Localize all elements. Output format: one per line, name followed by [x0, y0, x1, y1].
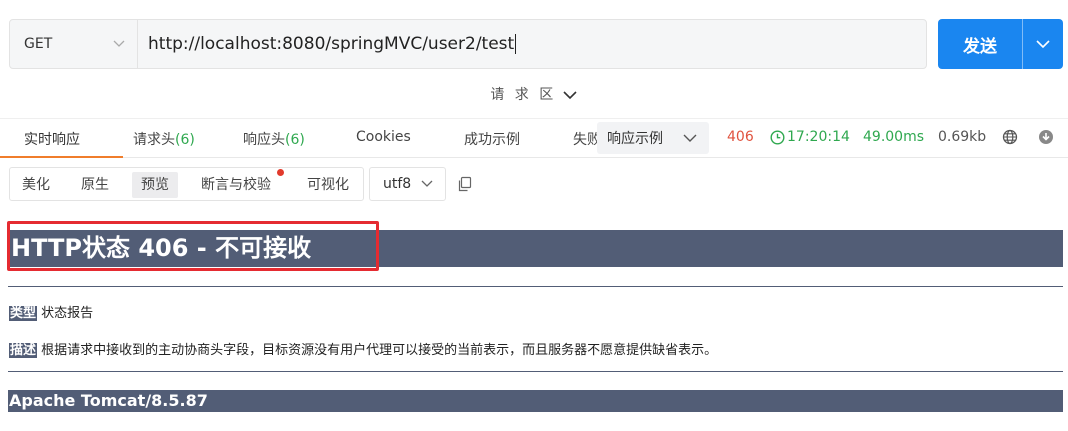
tab-label: Cookies — [356, 129, 411, 145]
response-example-select[interactable]: 响应示例 — [597, 122, 709, 154]
tab-request-headers[interactable]: 请求头(6) — [133, 129, 195, 149]
view-mode-group: 美化 原生 预览 断言与校验 可视化 — [9, 167, 364, 201]
tab-response-headers[interactable]: 响应头(6) — [243, 129, 305, 149]
tab-label: 请求头 — [133, 132, 175, 148]
type-line: 类型 状态报告 — [9, 302, 93, 321]
request-bar: GET http://localhost:8080/springMVC/user… — [9, 19, 927, 69]
tab-cookies[interactable]: Cookies — [356, 129, 411, 145]
description-label: 描述 — [9, 343, 38, 358]
clock-icon — [770, 129, 785, 145]
chevron-down-icon — [113, 37, 125, 51]
tab-failure-example[interactable]: 失败 — [573, 129, 597, 149]
response-duration: 49.00ms — [863, 129, 925, 145]
chevron-down-icon — [421, 180, 433, 187]
server-footer: Apache Tomcat/8.5.87 — [8, 390, 1063, 412]
view-assertion-button[interactable]: 断言与校验 — [192, 172, 280, 198]
chevron-down-icon — [1036, 40, 1050, 49]
type-label: 类型 — [9, 306, 38, 321]
description-value: 根据请求中接收到的主动协商头字段，目标资源没有用户代理可以接受的当前表示，而且服… — [41, 343, 718, 358]
send-options-button[interactable] — [1023, 19, 1063, 69]
response-time: 17:20:14 — [770, 129, 850, 145]
type-value: 状态报告 — [41, 306, 94, 321]
description-line: 描述 根据请求中接收到的主动协商头字段，目标资源没有用户代理可以接受的当前表示，… — [9, 339, 717, 358]
url-value: http://localhost:8080/springMVC/user2/te… — [148, 34, 515, 54]
tab-label: 失败 — [573, 132, 597, 148]
view-raw-button[interactable]: 原生 — [72, 172, 118, 198]
tab-label: 成功示例 — [464, 132, 520, 148]
highlight-box — [7, 221, 379, 271]
request-area-toggle[interactable]: 请 求 区 — [0, 84, 1068, 104]
send-button-group: 发送 — [938, 19, 1063, 69]
globe-icon[interactable] — [1002, 129, 1018, 149]
response-example-label: 响应示例 — [607, 131, 663, 147]
tab-label: 响应头 — [243, 132, 285, 148]
view-beautify-button[interactable]: 美化 — [13, 172, 59, 198]
method-value: GET — [24, 36, 53, 52]
view-visualize-button[interactable]: 可视化 — [298, 172, 358, 198]
url-input[interactable]: http://localhost:8080/springMVC/user2/te… — [138, 20, 926, 68]
tab-count: (6) — [285, 132, 305, 148]
response-time-value: 17:20:14 — [787, 129, 850, 145]
chevron-down-icon — [683, 134, 697, 142]
download-icon[interactable] — [1038, 129, 1054, 149]
text-cursor — [515, 34, 517, 54]
status-code: 406 — [727, 129, 754, 145]
view-preview-button[interactable]: 预览 — [132, 172, 178, 198]
tab-realtime-response[interactable]: 实时响应 — [24, 129, 80, 149]
response-size: 0.69kb — [938, 129, 987, 145]
send-button[interactable]: 发送 — [938, 19, 1023, 69]
request-area-label: 请 求 区 — [490, 87, 557, 103]
tab-label: 实时响应 — [24, 132, 80, 148]
divider — [8, 286, 1063, 287]
encoding-value: utf8 — [383, 176, 412, 192]
encoding-select[interactable]: utf8 — [369, 167, 446, 201]
tab-count: (6) — [175, 132, 195, 148]
chevron-down-icon — [563, 91, 577, 100]
active-tab-indicator — [0, 156, 123, 158]
copy-icon[interactable] — [457, 176, 473, 196]
notification-dot — [277, 169, 284, 176]
divider — [8, 371, 1063, 372]
method-select[interactable]: GET — [10, 20, 138, 68]
tab-success-example[interactable]: 成功示例 — [464, 129, 520, 149]
